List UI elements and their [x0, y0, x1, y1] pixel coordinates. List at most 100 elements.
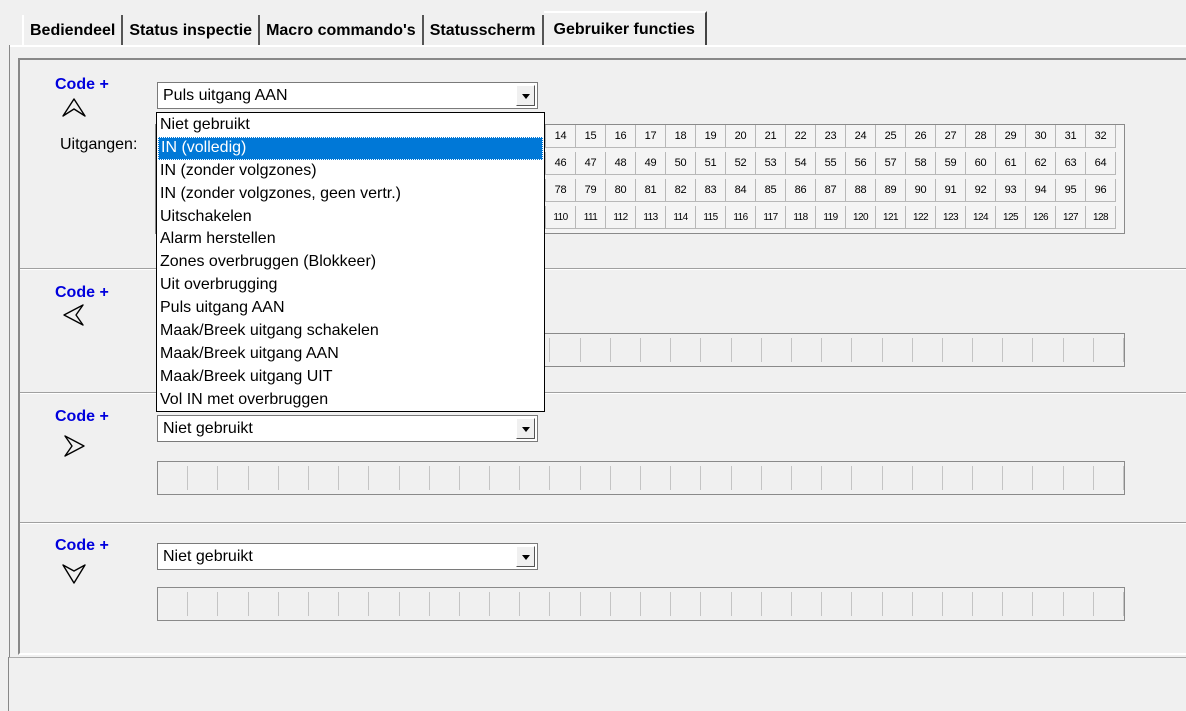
output-cell-115[interactable]: 115 [696, 206, 726, 229]
function-dropdown-list[interactable]: Niet gebruikt IN (volledig) IN (zonder v… [156, 112, 545, 412]
output-cell-81[interactable]: 81 [636, 179, 666, 202]
output-slot[interactable] [913, 466, 943, 490]
output-slot[interactable] [490, 592, 521, 616]
output-cell-19[interactable]: 19 [696, 125, 726, 148]
output-slot[interactable] [852, 338, 883, 362]
output-slot[interactable] [158, 466, 189, 490]
output-slot[interactable] [792, 592, 823, 616]
output-slot[interactable] [973, 592, 1004, 616]
output-cell-96[interactable]: 96 [1086, 179, 1116, 202]
output-cell-56[interactable]: 56 [846, 152, 876, 175]
output-cell-18[interactable]: 18 [666, 125, 696, 148]
output-cell-123[interactable]: 123 [936, 206, 966, 229]
output-slot[interactable] [762, 338, 792, 362]
dropdown-option[interactable]: Alarm herstellen [157, 228, 544, 251]
dropdown-option[interactable]: Puls uitgang AAN [157, 297, 544, 320]
dropdown-option[interactable]: IN (zonder volgzones) [157, 160, 544, 183]
output-cell-32[interactable]: 32 [1086, 125, 1116, 148]
output-cell-124[interactable]: 124 [966, 206, 996, 229]
dropdown-option[interactable]: Uit overbrugging [157, 274, 544, 297]
output-cell-30[interactable]: 30 [1026, 125, 1056, 148]
output-cell-84[interactable]: 84 [726, 179, 756, 202]
output-slot[interactable] [1003, 466, 1034, 490]
output-slot[interactable] [611, 592, 641, 616]
output-cell-16[interactable]: 16 [606, 125, 636, 148]
output-cell-113[interactable]: 113 [636, 206, 666, 229]
output-cell-95[interactable]: 95 [1056, 179, 1086, 202]
output-slot[interactable] [188, 466, 219, 490]
output-slot[interactable] [852, 592, 883, 616]
output-slot[interactable] [550, 592, 581, 616]
output-cell-85[interactable]: 85 [756, 179, 786, 202]
output-cell-93[interactable]: 93 [996, 179, 1026, 202]
output-slot[interactable] [671, 592, 702, 616]
output-cell-83[interactable]: 83 [696, 179, 726, 202]
tab-gebruiker-functies[interactable]: Gebruiker functies [543, 11, 707, 47]
output-slot[interactable] [339, 592, 370, 616]
output-cell-87[interactable]: 87 [816, 179, 846, 202]
output-cell-117[interactable]: 117 [756, 206, 786, 229]
output-slot[interactable] [762, 466, 792, 490]
output-slot[interactable] [913, 338, 943, 362]
output-slot[interactable] [822, 466, 853, 490]
output-cell-15[interactable]: 15 [576, 125, 606, 148]
output-cell-127[interactable]: 127 [1056, 206, 1086, 229]
output-cell-26[interactable]: 26 [906, 125, 936, 148]
output-cell-128[interactable]: 128 [1086, 206, 1116, 229]
output-slot[interactable] [218, 592, 249, 616]
output-cell-60[interactable]: 60 [966, 152, 996, 175]
dropdown-option[interactable]: IN (zonder volgzones, geen vertr.) [157, 183, 544, 206]
output-slot[interactable] [973, 338, 1004, 362]
output-slot[interactable] [400, 592, 430, 616]
output-cell-118[interactable]: 118 [786, 206, 816, 229]
dropdown-option[interactable]: Uitschakelen [157, 206, 544, 229]
output-slot[interactable] [339, 466, 370, 490]
output-cell-51[interactable]: 51 [696, 152, 726, 175]
output-slot[interactable] [641, 592, 672, 616]
output-slot[interactable] [430, 466, 460, 490]
output-cell-17[interactable]: 17 [636, 125, 666, 148]
dropdown-option[interactable]: Vol IN met overbruggen [157, 389, 544, 412]
output-slot[interactable] [792, 338, 823, 362]
output-slot[interactable] [309, 466, 340, 490]
output-slot[interactable] [158, 592, 189, 616]
output-cell-50[interactable]: 50 [666, 152, 696, 175]
output-slot[interactable] [1094, 466, 1124, 490]
output-cell-28[interactable]: 28 [966, 125, 996, 148]
output-cell-64[interactable]: 64 [1086, 152, 1116, 175]
output-cell-116[interactable]: 116 [726, 206, 756, 229]
output-cell-86[interactable]: 86 [786, 179, 816, 202]
output-cell-90[interactable]: 90 [906, 179, 936, 202]
output-slot[interactable] [883, 592, 913, 616]
tab-bediendeel[interactable]: Bediendeel [22, 15, 124, 47]
output-cell-48[interactable]: 48 [606, 152, 636, 175]
output-slot[interactable] [1033, 338, 1064, 362]
dropdown-option[interactable]: Niet gebruikt [157, 114, 544, 137]
output-slot[interactable] [762, 592, 792, 616]
output-cell-23[interactable]: 23 [816, 125, 846, 148]
output-cell-112[interactable]: 112 [606, 206, 636, 229]
output-cell-25[interactable]: 25 [876, 125, 906, 148]
output-slot[interactable] [701, 338, 732, 362]
output-slot[interactable] [1094, 338, 1124, 362]
tab-macro-commandos[interactable]: Macro commando's [260, 15, 424, 47]
output-slot[interactable] [883, 466, 913, 490]
output-slot[interactable] [732, 338, 762, 362]
output-cell-78[interactable]: 78 [546, 179, 576, 202]
output-cell-55[interactable]: 55 [816, 152, 846, 175]
output-slot[interactable] [1003, 338, 1034, 362]
output-slot[interactable] [611, 466, 641, 490]
chevron-down-icon[interactable] [516, 85, 535, 106]
output-slot[interactable] [520, 592, 551, 616]
output-slot[interactable] [249, 592, 279, 616]
output-cell-91[interactable]: 91 [936, 179, 966, 202]
output-slot[interactable] [943, 592, 974, 616]
dropdown-option[interactable]: Zones overbruggen (Blokkeer) [157, 251, 544, 274]
output-slot[interactable] [581, 466, 611, 490]
output-cell-92[interactable]: 92 [966, 179, 996, 202]
output-cell-20[interactable]: 20 [726, 125, 756, 148]
output-cell-62[interactable]: 62 [1026, 152, 1056, 175]
output-slot[interactable] [611, 338, 641, 362]
output-slot[interactable] [701, 592, 732, 616]
output-cell-29[interactable]: 29 [996, 125, 1026, 148]
